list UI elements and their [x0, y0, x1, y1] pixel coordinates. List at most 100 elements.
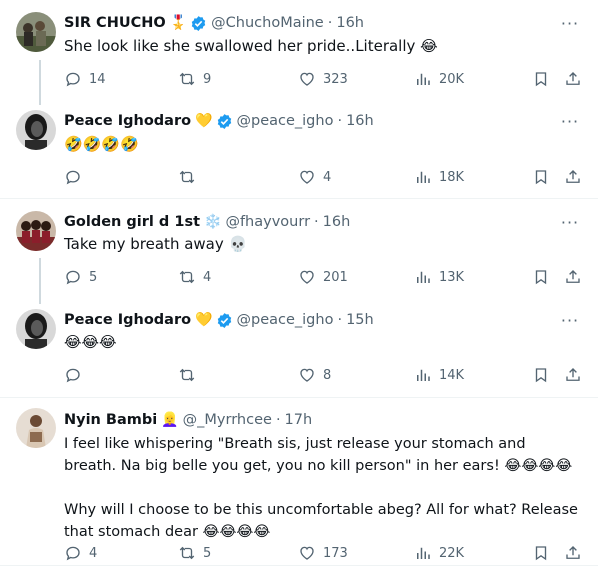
- tweet[interactable]: Nyin Bambi 👱‍♀️ @_Myrrhcee · 17h I feel …: [0, 398, 598, 565]
- reply-button[interactable]: [64, 166, 89, 188]
- retweet-button[interactable]: [178, 364, 203, 386]
- separator-dot: ·: [327, 15, 333, 31]
- tweet-text: I feel like whispering "Breath sis, just…: [64, 436, 578, 540]
- name-emoji: 💛: [195, 113, 213, 129]
- reply-count: 14: [89, 71, 106, 87]
- views-button[interactable]: 22K: [414, 542, 464, 564]
- view-count: 18K: [439, 169, 465, 185]
- timestamp[interactable]: 16h: [323, 214, 351, 230]
- timestamp[interactable]: 17h: [285, 412, 313, 428]
- display-name[interactable]: Peace Ighodaro: [64, 312, 191, 328]
- reply-icon: [66, 546, 80, 561]
- bookmark-button[interactable]: [532, 166, 550, 188]
- separator-dot: ·: [337, 113, 343, 129]
- bookmark-button[interactable]: [532, 68, 550, 90]
- timestamp[interactable]: 16h: [346, 113, 374, 129]
- bookmark-button[interactable]: [532, 266, 550, 288]
- reply-icon: [66, 368, 80, 383]
- like-button[interactable]: 4: [298, 166, 331, 188]
- user-handle[interactable]: @ChuchoMaine: [211, 15, 324, 31]
- reply-button[interactable]: [64, 364, 89, 386]
- display-name[interactable]: Nyin Bambi: [64, 412, 157, 428]
- retweet-icon: [179, 270, 195, 284]
- separator-dot: ·: [337, 312, 343, 328]
- reply-button[interactable]: 5: [64, 266, 97, 288]
- avatar[interactable]: [16, 110, 56, 150]
- verified-badge-icon: [217, 312, 231, 328]
- analytics-icon: [417, 369, 430, 381]
- reply-button[interactable]: 4: [64, 542, 97, 564]
- retweet-icon: [179, 368, 195, 382]
- tweet-header: Peace Ighodaro 💛 @peace_igho · 16h: [64, 111, 374, 131]
- share-button[interactable]: [564, 266, 582, 288]
- like-count: 4: [323, 169, 332, 185]
- share-icon: [566, 546, 580, 559]
- heart-icon: [300, 270, 314, 284]
- like-count: 173: [323, 545, 348, 561]
- retweet-button[interactable]: 5: [178, 542, 211, 564]
- user-handle[interactable]: @fhayvourr: [225, 214, 310, 230]
- action-bar: 4 18K: [64, 166, 584, 188]
- heart-icon: [300, 546, 314, 560]
- user-handle[interactable]: @peace_igho: [237, 113, 334, 129]
- views-button[interactable]: 20K: [414, 68, 464, 90]
- retweet-count: 4: [203, 269, 212, 285]
- tweet[interactable]: Peace Ighodaro 💛 @peace_igho · 15h ··· 😂…: [0, 298, 598, 397]
- tweet-header: Golden girl d 1st ❄️ @fhayvourr · 16h: [64, 212, 350, 232]
- action-bar: 14 9 323 20K: [64, 68, 584, 90]
- tweet[interactable]: Peace Ighodaro 💛 @peace_igho · 16h ··· 🤣…: [0, 100, 598, 198]
- user-handle[interactable]: @peace_igho: [237, 312, 334, 328]
- like-button[interactable]: 8: [298, 364, 331, 386]
- tweet-header: Nyin Bambi 👱‍♀️ @_Myrrhcee · 17h: [64, 410, 312, 430]
- tweet-text: She look like she swallowed her pride..L…: [64, 37, 438, 55]
- reply-button[interactable]: 14: [64, 68, 106, 90]
- display-name[interactable]: Peace Ighodaro: [64, 113, 191, 129]
- more-options-icon[interactable]: ···: [560, 212, 580, 232]
- user-handle[interactable]: @_Myrrhcee: [183, 412, 272, 428]
- share-button[interactable]: [564, 166, 582, 188]
- tweet-header: SIR CHUCHO 🎖️ @ChuchoMaine · 16h: [64, 13, 364, 33]
- share-button[interactable]: [564, 364, 582, 386]
- analytics-icon: [417, 271, 430, 283]
- share-icon: [566, 368, 580, 381]
- like-button[interactable]: 323: [298, 68, 348, 90]
- like-count: 8: [323, 367, 332, 383]
- retweet-count: 9: [203, 71, 212, 87]
- timestamp[interactable]: 16h: [336, 15, 364, 31]
- heart-icon: [300, 72, 314, 86]
- views-button[interactable]: 18K: [414, 166, 464, 188]
- retweet-button[interactable]: [178, 166, 203, 188]
- avatar[interactable]: [16, 211, 56, 251]
- heart-icon: [300, 368, 314, 382]
- name-emoji: 🎖️: [169, 15, 188, 31]
- display-name[interactable]: SIR CHUCHO: [64, 15, 166, 31]
- share-button[interactable]: [564, 542, 582, 564]
- like-count: 323: [323, 71, 348, 87]
- display-name[interactable]: Golden girl d 1st: [64, 214, 200, 230]
- more-options-icon[interactable]: ···: [560, 13, 580, 33]
- avatar[interactable]: [16, 12, 56, 52]
- avatar[interactable]: [16, 408, 56, 448]
- share-button[interactable]: [564, 68, 582, 90]
- name-emoji: 👱‍♀️: [161, 412, 179, 428]
- avatar[interactable]: [16, 309, 56, 349]
- like-count: 201: [323, 269, 348, 285]
- retweet-button[interactable]: 9: [178, 68, 211, 90]
- verified-badge-icon: [217, 113, 231, 129]
- bookmark-icon: [535, 170, 547, 185]
- retweet-button[interactable]: 4: [178, 266, 211, 288]
- timestamp[interactable]: 15h: [346, 312, 374, 328]
- bookmark-button[interactable]: [532, 364, 550, 386]
- more-options-icon[interactable]: ···: [560, 111, 580, 131]
- bookmark-icon: [535, 72, 547, 87]
- tweet[interactable]: Golden girl d 1st ❄️ @fhayvourr · 16h ··…: [0, 199, 598, 297]
- views-button[interactable]: 14K: [414, 364, 464, 386]
- like-button[interactable]: 201: [298, 266, 348, 288]
- tweet-text: 😂😂😂: [64, 333, 117, 351]
- view-count: 13K: [439, 269, 465, 285]
- like-button[interactable]: 173: [298, 542, 348, 564]
- more-options-icon[interactable]: ···: [560, 310, 580, 330]
- action-bar: 8 14K: [64, 364, 584, 386]
- bookmark-button[interactable]: [532, 542, 550, 564]
- views-button[interactable]: 13K: [414, 266, 464, 288]
